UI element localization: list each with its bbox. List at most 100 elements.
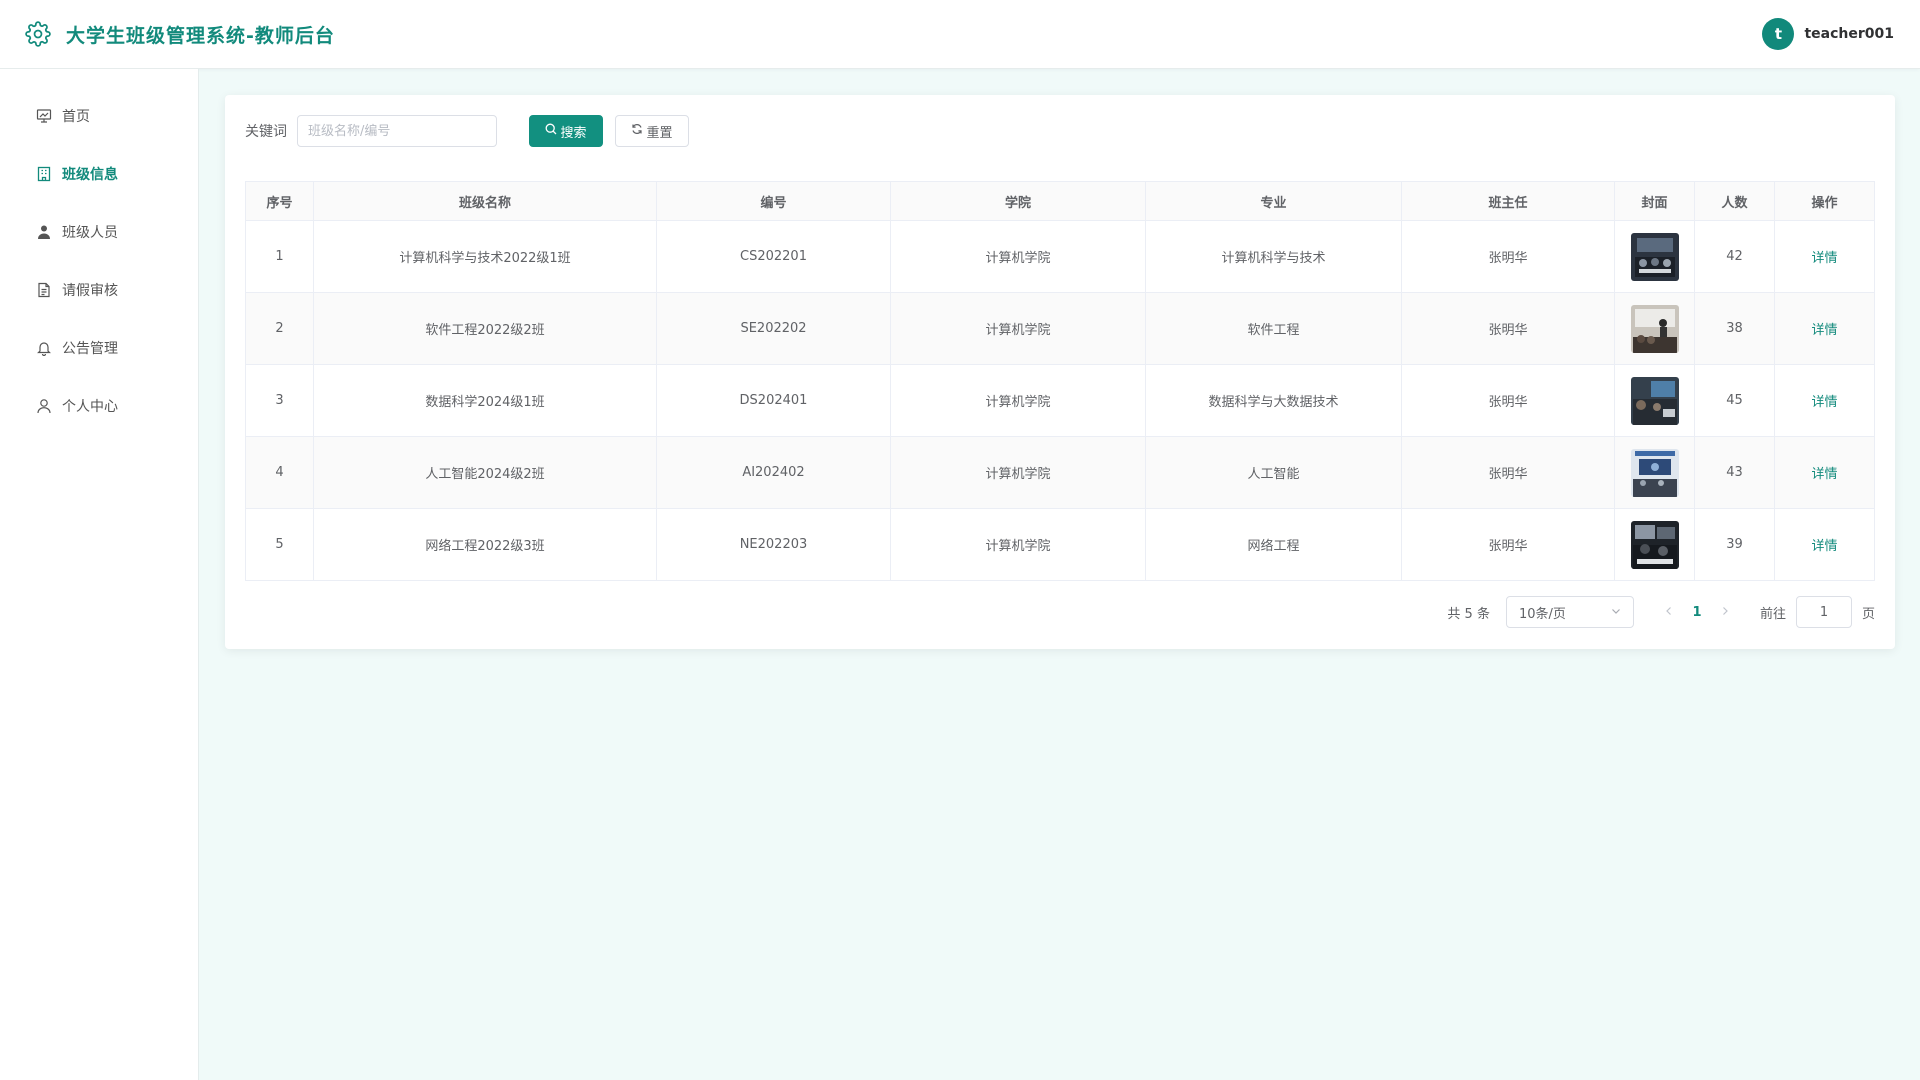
cover-image[interactable]: [1630, 520, 1679, 569]
table-header-row: 序号 班级名称 编号 学院 专业 班主任 封面 人数 操作: [245, 181, 1875, 221]
reset-button[interactable]: 重置: [615, 115, 689, 147]
class-code: AI202402: [656, 436, 891, 509]
top-header: 大学生班级管理系统-教师后台 t teacher001: [0, 0, 1920, 69]
detail-link[interactable]: 详情: [1811, 467, 1837, 482]
class-name: 数据科学2024级1班: [313, 364, 657, 437]
detail-link[interactable]: 详情: [1811, 539, 1837, 554]
goto-label: 前往: [1759, 606, 1786, 622]
class-code: NE202203: [656, 508, 891, 581]
action-cell: 详情: [1774, 364, 1875, 437]
search-icon: [545, 123, 557, 139]
chevron-down-icon: [1611, 605, 1621, 620]
bell-icon: [36, 340, 52, 356]
class-name: 计算机科学与技术2022级1班: [313, 220, 657, 293]
prev-page-button[interactable]: [1656, 605, 1682, 620]
avatar[interactable]: t: [1762, 18, 1795, 50]
reset-button-label: 重置: [646, 125, 673, 141]
row-index: 1: [245, 220, 314, 293]
next-page-button[interactable]: [1712, 605, 1738, 620]
column-header: 专业: [1145, 181, 1402, 221]
row-index: 2: [245, 292, 314, 365]
major: 软件工程: [1145, 292, 1402, 365]
cover-image[interactable]: [1630, 448, 1679, 497]
action-cell: 详情: [1774, 292, 1875, 365]
presentation-icon: [36, 108, 52, 124]
college: 计算机学院: [890, 436, 1146, 509]
search-button[interactable]: 搜索: [529, 115, 603, 147]
table-row: 4 人工智能2024级2班 AI202402 计算机学院 人工智能 张明华 43…: [245, 436, 1875, 509]
cover-image[interactable]: [1630, 304, 1679, 353]
table-row: 5 网络工程2022级3班 NE202203 计算机学院 网络工程 张明华 39…: [245, 508, 1875, 581]
class-code: DS202401: [656, 364, 891, 437]
member-count: 39: [1694, 508, 1775, 581]
cover-cell: [1614, 364, 1695, 437]
pagination: 共 5 条 10条/页 1 前往 页: [1447, 596, 1875, 628]
sidebar: 首页 班级信息 班级人员 请假审核 公告管理 个人中心: [0, 69, 199, 1080]
college: 计算机学院: [890, 292, 1146, 365]
sidebar-item-class-members[interactable]: 班级人员: [0, 203, 198, 261]
user-menu[interactable]: t teacher001: [1762, 18, 1894, 50]
page-number-current[interactable]: 1: [1682, 605, 1712, 620]
column-header: 操作: [1774, 181, 1875, 221]
person-outline-icon: [36, 398, 52, 414]
total-count: 共 5 条: [1447, 606, 1490, 622]
document-icon: [36, 282, 52, 298]
sidebar-item-label: 首页: [62, 109, 90, 125]
member-count: 38: [1694, 292, 1775, 365]
sidebar-item-home[interactable]: 首页: [0, 87, 198, 145]
chevron-left-icon: [1666, 606, 1671, 615]
column-header: 班级名称: [313, 181, 657, 221]
college: 计算机学院: [890, 364, 1146, 437]
sidebar-item-class-info[interactable]: 班级信息: [0, 145, 198, 203]
search-input[interactable]: [297, 115, 497, 147]
building-icon: [36, 166, 52, 182]
row-index: 4: [245, 436, 314, 509]
column-header: 序号: [245, 181, 314, 221]
cover-cell: [1614, 220, 1695, 293]
column-header: 班主任: [1401, 181, 1615, 221]
column-header: 编号: [656, 181, 891, 221]
username[interactable]: teacher001: [1804, 26, 1894, 42]
cover-cell: [1614, 292, 1695, 365]
detail-link[interactable]: 详情: [1811, 251, 1837, 266]
member-count: 42: [1694, 220, 1775, 293]
goto-page-input[interactable]: [1795, 596, 1852, 628]
page-size-select[interactable]: 10条/页: [1505, 596, 1634, 628]
cover-image[interactable]: [1630, 376, 1679, 425]
class-info-card: 关键词 搜索 重置 序号 班级名称 编号: [225, 95, 1895, 649]
chevron-right-icon: [1723, 606, 1728, 615]
detail-link[interactable]: 详情: [1811, 323, 1837, 338]
sidebar-item-announcements[interactable]: 公告管理: [0, 319, 198, 377]
head-teacher: 张明华: [1401, 220, 1615, 293]
sidebar-item-label: 班级人员: [62, 225, 118, 241]
column-header: 学院: [890, 181, 1146, 221]
member-count: 45: [1694, 364, 1775, 437]
action-cell: 详情: [1774, 436, 1875, 509]
app-title: 大学生班级管理系统-教师后台: [66, 24, 335, 47]
page-size-value: 10条/页: [1518, 606, 1566, 622]
member-count: 43: [1694, 436, 1775, 509]
sidebar-item-profile[interactable]: 个人中心: [0, 377, 198, 435]
sidebar-item-label: 班级信息: [62, 167, 118, 183]
table-row: 1 计算机科学与技术2022级1班 CS202201 计算机学院 计算机科学与技…: [245, 220, 1875, 293]
head-teacher: 张明华: [1401, 292, 1615, 365]
class-name: 网络工程2022级3班: [313, 508, 657, 581]
cover-cell: [1614, 436, 1695, 509]
major: 计算机科学与技术: [1145, 220, 1402, 293]
search-button-label: 搜索: [560, 125, 587, 141]
table-row: 2 软件工程2022级2班 SE202202 计算机学院 软件工程 张明华 38…: [245, 292, 1875, 365]
head-teacher: 张明华: [1401, 436, 1615, 509]
class-table: 序号 班级名称 编号 学院 专业 班主任 封面 人数 操作 1 计算机科学与技术…: [245, 181, 1875, 581]
brand: 大学生班级管理系统-教师后台: [24, 20, 335, 48]
row-index: 3: [245, 364, 314, 437]
cover-image[interactable]: [1630, 232, 1679, 281]
action-cell: 详情: [1774, 508, 1875, 581]
table-row: 3 数据科学2024级1班 DS202401 计算机学院 数据科学与大数据技术 …: [245, 364, 1875, 437]
sidebar-item-leave-review[interactable]: 请假审核: [0, 261, 198, 319]
column-header: 人数: [1694, 181, 1775, 221]
sidebar-item-label: 公告管理: [62, 341, 118, 357]
user-icon: [36, 224, 52, 240]
detail-link[interactable]: 详情: [1811, 395, 1837, 410]
cover-cell: [1614, 508, 1695, 581]
gear-icon: [24, 20, 52, 48]
